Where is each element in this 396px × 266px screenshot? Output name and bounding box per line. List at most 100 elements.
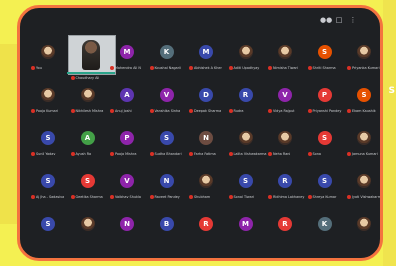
- participant-grid: You Chaudhary Ali M Mahendra Ali N K Koushal …: [30, 35, 380, 258]
- mic-off-icon: [307, 152, 312, 156]
- mic-off-icon: [31, 109, 35, 113]
- participant-tile[interactable]: D Deepak Sharma: [188, 81, 228, 117]
- participant-name-label: Mahendra Ali N: [115, 66, 141, 70]
- participant-tile[interactable]: [346, 210, 380, 246]
- participant-tile[interactable]: S Shriti Sharma: [307, 38, 347, 74]
- left-decoration-strip: [0, 44, 17, 224]
- participant-name: Shreya Kumar: [307, 194, 346, 200]
- participant-tile[interactable]: Aditi Upadhyay: [228, 38, 268, 74]
- participant-name-label: Koushal Nagarii: [154, 66, 181, 70]
- participant-avatar: A: [120, 88, 134, 102]
- participant-tile[interactable]: R Rudra: [228, 81, 268, 117]
- mic-off-icon: [70, 76, 75, 80]
- active-speaker-indicator: [66, 72, 115, 74]
- participant-name: Rudra: [228, 108, 267, 114]
- participant-tile[interactable]: You: [30, 38, 70, 74]
- participant-tile[interactable]: S Shreya Kumar: [307, 167, 347, 203]
- participant-tile[interactable]: N Raveet Pandey: [149, 167, 189, 203]
- participant-tile[interactable]: M Abhishek A Kher: [188, 38, 228, 74]
- participant-avatar: V: [159, 88, 174, 102]
- participant-name: Geetika Sharma: [70, 194, 109, 200]
- participant-name: Farha Fatima: [189, 151, 227, 157]
- participant-tile[interactable]: S Aj Jha - Sadasiva: [30, 167, 70, 203]
- participant-tile[interactable]: M Mahendra Ali N: [109, 38, 149, 74]
- more-icon[interactable]: ⋮: [348, 16, 358, 24]
- participant-avatar: B: [159, 217, 174, 231]
- mic-off-icon: [189, 109, 193, 113]
- participant-tile[interactable]: Nimisha Tiwari: [267, 38, 307, 74]
- participant-tile[interactable]: P Pooja Mishra: [109, 124, 149, 160]
- participant-name: [347, 237, 380, 243]
- participant-name-label: Neha Rani: [273, 152, 291, 156]
- participant-tile[interactable]: S Ekam Kaushik: [346, 81, 380, 117]
- participant-name: Aditi Upadhyay: [228, 65, 267, 71]
- participant-tile[interactable]: S Sonal Tiwari: [228, 167, 268, 203]
- participant-tile[interactable]: S Sunil Yadav: [30, 124, 70, 160]
- participant-name: Shriti Sharma: [307, 65, 346, 71]
- participant-avatar: R: [278, 174, 292, 188]
- participant-name-label: Nikhilesh Mishra: [75, 109, 104, 113]
- participant-tile[interactable]: Jamuna Kumari: [346, 124, 380, 160]
- participant-avatar: S: [80, 174, 95, 188]
- people-icon[interactable]: ●●: [320, 16, 332, 24]
- participant-tile[interactable]: V Vanshika Sinha: [149, 81, 189, 117]
- participant-name: Vanshika Sinha: [149, 108, 188, 114]
- participant-photo-avatar: [41, 45, 55, 59]
- participant-tile[interactable]: R Ridhima Lakhaney: [267, 167, 307, 203]
- participant-photo-avatar: [199, 174, 213, 188]
- participant-name-label: Raveet Pandey: [154, 195, 180, 199]
- mic-off-icon: [149, 195, 154, 199]
- participant-tile[interactable]: Pooja Kumari: [30, 81, 70, 117]
- participant-tile[interactable]: B: [149, 210, 189, 246]
- chat-icon[interactable]: □: [334, 16, 344, 24]
- mic-off-icon: [31, 66, 35, 70]
- participant-tile[interactable]: S Geetika Sharma: [70, 167, 110, 203]
- participant-tile[interactable]: Chaudhary Ali: [66, 35, 116, 80]
- participant-tile[interactable]: R: [188, 210, 228, 246]
- participant-name: Sunil Yadav: [31, 151, 69, 157]
- participant-tile[interactable]: A Anuj Joshi: [109, 81, 149, 117]
- participant-name-label: Ekam Kaushik: [352, 109, 376, 113]
- participant-name-label: Deepak Sharma: [194, 109, 222, 113]
- participant-name-label: Aditi Upadhyay: [233, 66, 260, 70]
- participant-tile[interactable]: V Vidya Rajput: [267, 81, 307, 117]
- participant-name: [31, 237, 69, 243]
- participant-tile[interactable]: [70, 210, 110, 246]
- participant-name: Sonal Tiwari: [228, 194, 267, 200]
- participant-tile[interactable]: Priyanka Kumari: [346, 38, 380, 74]
- participant-tile[interactable]: Neha Rani: [267, 124, 307, 160]
- mic-off-icon: [110, 195, 114, 199]
- participant-name-label: Farha Fatima: [194, 152, 216, 156]
- participant-tile[interactable]: Nikhilesh Mishra: [70, 81, 110, 117]
- participant-tile[interactable]: P Priyanshi Pandey: [307, 81, 347, 117]
- participant-tile[interactable]: S Sudha Bhandari: [149, 124, 189, 160]
- mic-off-icon: [110, 152, 114, 156]
- participant-tile[interactable]: N Farha Fatima: [188, 124, 228, 160]
- participant-avatar: V: [120, 174, 134, 188]
- participant-avatar: D: [199, 88, 213, 102]
- participant-tile[interactable]: R: [267, 210, 307, 246]
- participant-avatar: M: [120, 45, 134, 59]
- participant-name: Priyanka Kumari: [347, 65, 380, 71]
- participant-tile[interactable]: S Sona: [307, 124, 347, 160]
- participant-tile[interactable]: V Vaibhav Shukla: [109, 167, 149, 203]
- participant-name-label: Geetika Sharma: [75, 195, 103, 199]
- participant-tile[interactable]: K: [307, 210, 347, 246]
- participant-name-label: Nimisha Tiwari: [273, 66, 298, 70]
- participant-tile[interactable]: Shubham: [188, 167, 228, 203]
- mic-off-icon: [149, 66, 154, 70]
- participant-name: Jamuna Kumari: [347, 151, 380, 157]
- participant-tile[interactable]: Jyoti Vishwakarma: [346, 167, 380, 203]
- participant-avatar: R: [199, 217, 213, 231]
- participant-tile[interactable]: Lalita Vishwakarma: [228, 124, 268, 160]
- mic-off-icon: [110, 109, 114, 113]
- participant-tile[interactable]: S: [30, 210, 70, 246]
- participant-tile[interactable]: A Ayush Ra: [70, 124, 110, 160]
- participant-tile[interactable]: N: [109, 210, 149, 246]
- participant-tile[interactable]: M: [228, 210, 268, 246]
- participant-avatar: N: [159, 174, 174, 188]
- participant-name: Neha Rani: [268, 151, 306, 157]
- participant-tile[interactable]: K Koushal Nagarii: [149, 38, 189, 74]
- participant-name-label: Priyanshi Pandey: [312, 109, 342, 113]
- participant-name: Jyoti Vishwakarma: [347, 194, 380, 200]
